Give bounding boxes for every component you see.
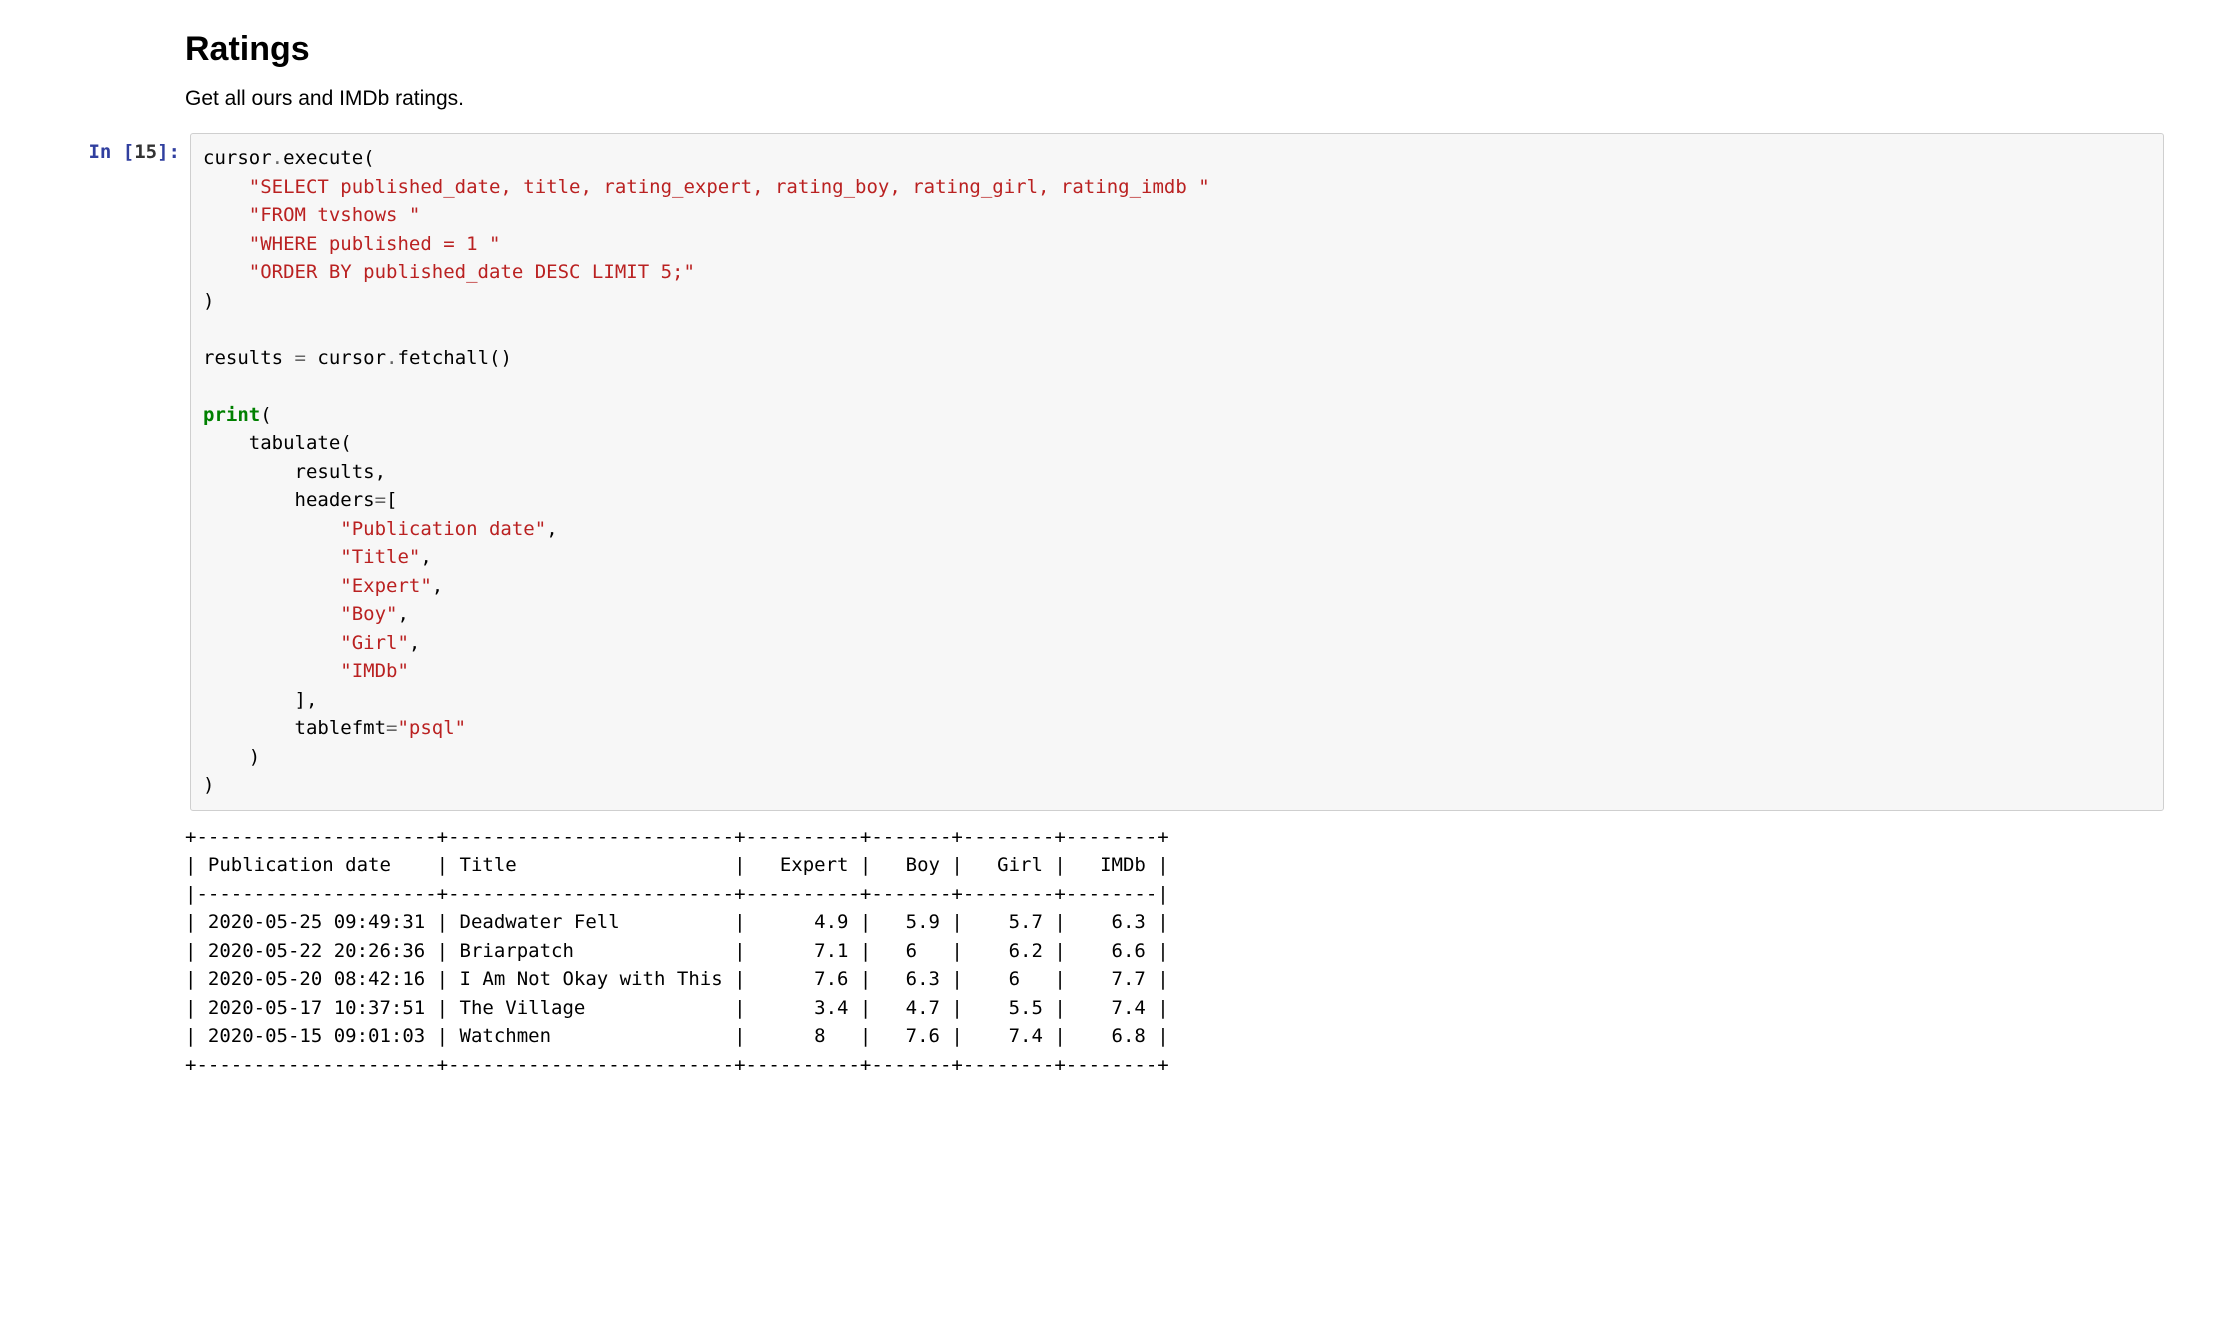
output-area: +---------------------+-----------------… <box>185 823 2164 1080</box>
prompt-close-bracket: ]: <box>157 141 180 163</box>
code-source: cursor.execute( "SELECT published_date, … <box>203 144 2151 800</box>
code-cell: In [15]: cursor.execute( "SELECT publish… <box>20 133 2164 811</box>
input-prompt: In [15]: <box>20 133 190 163</box>
markdown-cell: Ratings Get all ours and IMDb ratings. <box>185 30 2164 111</box>
section-description: Get all ours and IMDb ratings. <box>185 87 2164 111</box>
section-heading: Ratings <box>185 30 2164 69</box>
notebook: Ratings Get all ours and IMDb ratings. I… <box>0 0 2214 1119</box>
output-text: +---------------------+-----------------… <box>185 823 2164 1080</box>
prompt-number: 15 <box>134 141 157 163</box>
code-input-area[interactable]: cursor.execute( "SELECT published_date, … <box>190 133 2164 811</box>
prompt-in: In <box>88 141 122 163</box>
prompt-open-bracket: [ <box>123 141 134 163</box>
